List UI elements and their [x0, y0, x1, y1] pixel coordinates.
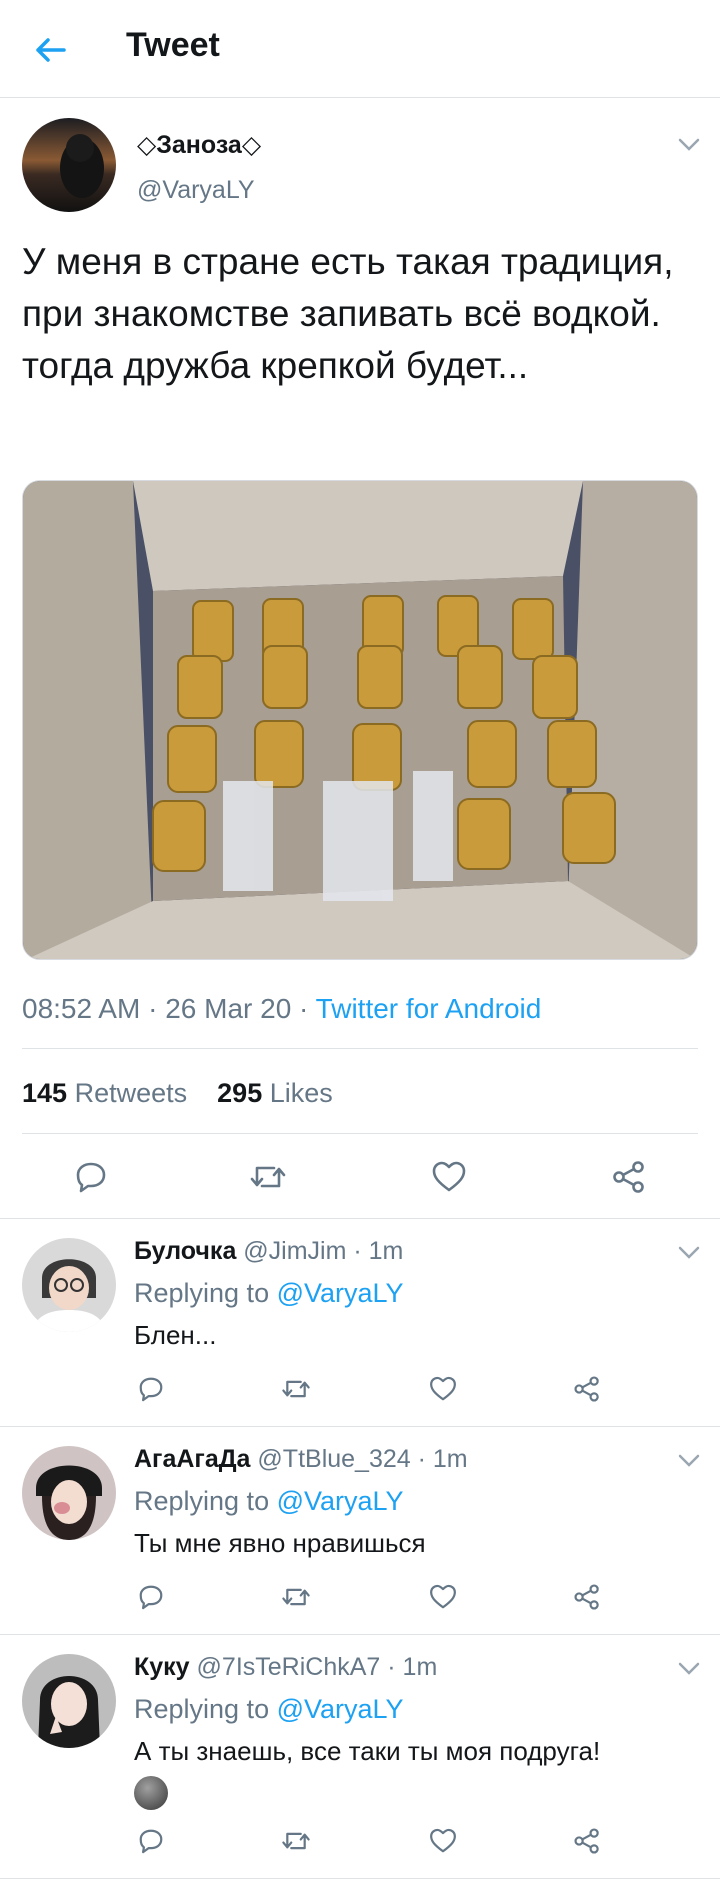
chevron-down-icon[interactable]	[678, 138, 700, 152]
replying-to: Replying to @VaryaLY	[134, 1278, 404, 1309]
share-icon[interactable]	[572, 1374, 602, 1404]
retweets-label[interactable]: Retweets	[75, 1078, 188, 1108]
share-icon[interactable]	[572, 1826, 602, 1856]
reply-author-meta: @7IsTeRiChkA7 · 1m	[196, 1653, 438, 1681]
back-arrow-icon[interactable]	[28, 28, 72, 72]
page-title: Tweet	[126, 26, 220, 64]
tweet-date: 26 Mar 20	[165, 993, 292, 1024]
replying-handle[interactable]: @VaryaLY	[277, 1278, 404, 1308]
reply-author[interactable]: Куку @7IsTeRiChkA7 · 1m	[134, 1653, 437, 1682]
retweet-icon[interactable]	[280, 1374, 312, 1404]
divider	[0, 1218, 720, 1219]
replying-label: Replying to	[134, 1486, 270, 1516]
divider	[0, 1878, 720, 1879]
reply-author-name[interactable]: Булочка	[134, 1237, 236, 1265]
author-name[interactable]: ◇Заноза◇	[137, 130, 261, 160]
retweet-icon[interactable]	[248, 1158, 288, 1196]
replying-label: Replying to	[134, 1694, 270, 1724]
reply-author-name[interactable]: АгаАгаДа	[134, 1445, 250, 1473]
divider	[22, 1133, 698, 1134]
tweet-timestamp: 08:52 AM · 26 Mar 20 · Twitter for Andro…	[22, 993, 542, 1024]
reply-icon[interactable]	[136, 1374, 166, 1404]
moon-emoji-icon	[134, 1776, 168, 1810]
retweets-count[interactable]: 145	[22, 1078, 67, 1108]
like-icon[interactable]	[428, 1826, 458, 1856]
retweet-icon[interactable]	[280, 1582, 312, 1612]
chevron-down-icon[interactable]	[678, 1246, 700, 1260]
top-bar: Tweet	[0, 0, 720, 98]
reply-icon[interactable]	[136, 1582, 166, 1612]
likes-label[interactable]: Likes	[270, 1078, 333, 1108]
divider	[22, 1048, 698, 1049]
divider	[0, 1426, 720, 1427]
reply-author-meta: @TtBlue_324 · 1m	[257, 1445, 468, 1473]
replying-to: Replying to @VaryaLY	[134, 1486, 404, 1517]
tweet-photo[interactable]	[22, 480, 698, 960]
replying-to: Replying to @VaryaLY	[134, 1694, 404, 1725]
reply-avatar[interactable]	[22, 1654, 116, 1748]
replying-label: Replying to	[134, 1278, 270, 1308]
reply-author-name[interactable]: Куку	[134, 1653, 190, 1681]
share-icon[interactable]	[610, 1158, 648, 1196]
like-icon[interactable]	[428, 1582, 458, 1612]
author-handle[interactable]: @VaryaLY	[137, 176, 255, 205]
tweet-stats: 145 Retweets 295 Likes	[22, 1078, 333, 1109]
reply-text: Ты мне явно нравишься	[134, 1528, 426, 1558]
reply-icon[interactable]	[72, 1158, 110, 1196]
divider	[0, 1634, 720, 1635]
reply-avatar[interactable]	[22, 1446, 116, 1540]
tweet-source-link[interactable]: Twitter for Android	[316, 993, 542, 1024]
like-icon[interactable]	[430, 1158, 468, 1196]
tweet-text: У меня в стране есть такая традиция, при…	[22, 241, 674, 386]
share-icon[interactable]	[572, 1582, 602, 1612]
reply-author[interactable]: Булочка @JimJim · 1m	[134, 1237, 403, 1266]
chevron-down-icon[interactable]	[678, 1662, 700, 1676]
chevron-down-icon[interactable]	[678, 1454, 700, 1468]
retweet-icon[interactable]	[280, 1826, 312, 1856]
replying-handle[interactable]: @VaryaLY	[277, 1486, 404, 1516]
likes-count[interactable]: 295	[217, 1078, 262, 1108]
reply-author[interactable]: АгаАгаДа @TtBlue_324 · 1m	[134, 1445, 468, 1474]
replying-handle[interactable]: @VaryaLY	[277, 1694, 404, 1724]
reply-author-meta: @JimJim · 1m	[243, 1237, 404, 1265]
reply-avatar[interactable]	[22, 1238, 116, 1332]
tweet-time: 08:52 AM	[22, 993, 141, 1024]
reply-icon[interactable]	[136, 1826, 166, 1856]
like-icon[interactable]	[428, 1374, 458, 1404]
reply-text: А ты знаешь, все таки ты моя подруга!	[134, 1736, 601, 1766]
reply-text: Блен...	[134, 1320, 217, 1350]
author-avatar[interactable]	[22, 118, 116, 212]
